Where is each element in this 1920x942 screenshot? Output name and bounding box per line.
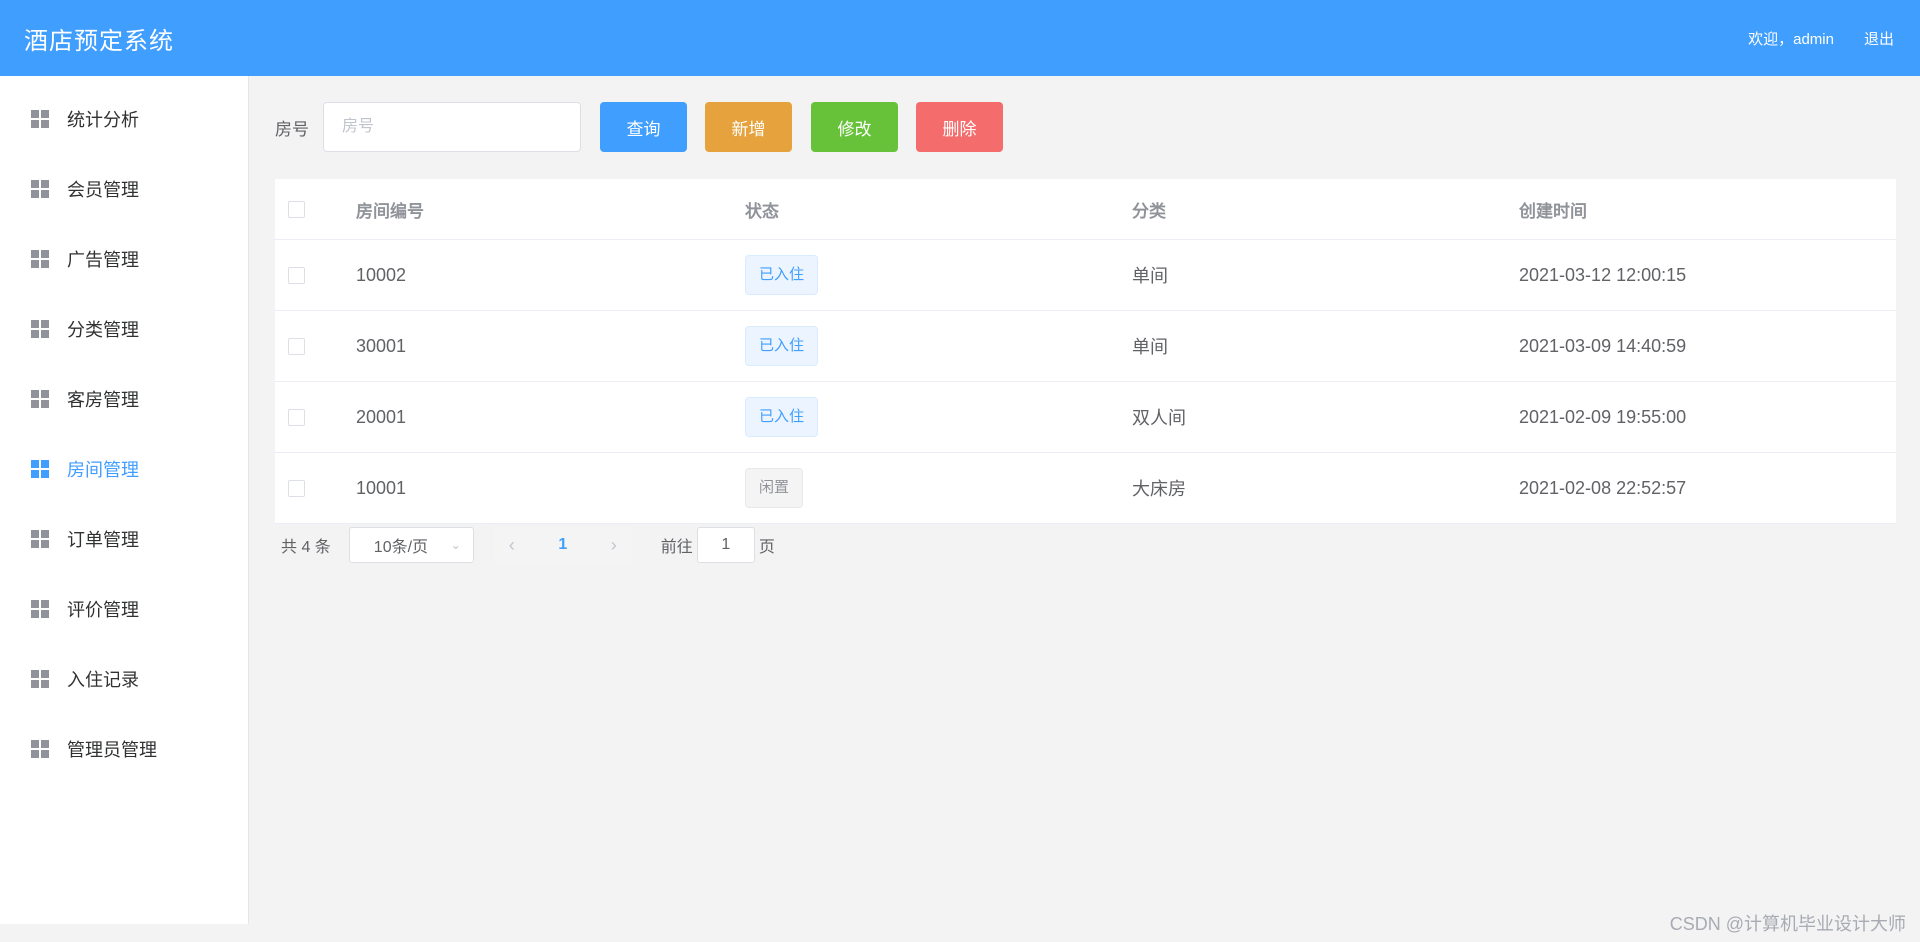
table-row[interactable]: 10001 闲置 大床房 2021-02-08 22:52:57 [275,453,1896,524]
cell-room-no: 10002 [356,264,407,285]
sidebar-item-members[interactable]: 会员管理 [0,154,248,224]
table-row[interactable]: 20001 已入住 双人间 2021-02-09 19:55:00 [275,382,1896,453]
grid-icon [31,600,49,618]
sidebar-item-label: 房间管理 [67,460,139,480]
sidebar-item-ads[interactable]: 广告管理 [0,224,248,294]
prev-page-button[interactable]: ‹ [493,527,530,563]
grid-icon [31,670,49,688]
rooms-table: 房间编号 状态 分类 创建时间 10002 已入住 单间 2021-03-12 … [275,179,1896,524]
row-checkbox[interactable] [288,337,305,355]
row-checkbox[interactable] [288,479,305,497]
column-header-status: 状态 [745,201,779,221]
cell-created: 2021-02-08 22:52:57 [1519,477,1687,498]
cell-room-no: 30001 [356,335,407,356]
sidebar-item-reviews[interactable]: 评价管理 [0,574,248,644]
grid-icon [31,250,49,268]
cell-created: 2021-03-09 14:40:59 [1519,335,1687,356]
row-checkbox[interactable] [288,408,305,426]
sidebar-item-rooms[interactable]: 房间管理 [0,434,248,504]
watermark: CSDN @计算机毕业设计大师 [1669,914,1906,934]
goto-page: 前往 页 [661,527,775,563]
sidebar-item-label: 客房管理 [67,390,139,410]
app-title: 酒店预定系统 [24,27,174,55]
table-header: 房间编号 状态 分类 创建时间 [275,179,1896,240]
table-row[interactable]: 10002 已入住 单间 2021-03-12 12:00:15 [275,240,1896,311]
row-checkbox[interactable] [288,266,305,284]
cell-created: 2021-02-09 19:55:00 [1519,406,1687,427]
grid-icon [31,390,49,408]
cell-category: 单间 [1132,266,1168,286]
sidebar: 统计分析 会员管理 广告管理 分类管理 客房管理 房间管理 订单管理 评价管理 … [0,76,249,924]
edit-button[interactable]: 修改 [811,102,898,152]
grid-icon [31,180,49,198]
select-all-checkbox[interactable] [288,200,305,218]
sidebar-item-label: 广告管理 [67,250,139,270]
cell-category: 单间 [1132,337,1168,357]
sidebar-item-statistics[interactable]: 统计分析 [0,84,248,154]
status-badge: 已入住 [745,397,819,437]
grid-icon [31,740,49,758]
cell-category: 大床房 [1132,479,1186,499]
sidebar-item-categories[interactable]: 分类管理 [0,294,248,364]
sidebar-item-label: 评价管理 [67,600,139,620]
table-body: 10002 已入住 单间 2021-03-12 12:00:15 30001 已… [275,240,1896,524]
welcome-text: 欢迎，admin [1748,30,1834,48]
logout-link[interactable]: 退出 [1864,28,1894,49]
status-badge: 已入住 [745,255,819,295]
next-page-button[interactable]: › [595,527,632,563]
page-size-value: 10条/页 [373,539,429,556]
goto-prefix: 前往 [660,539,693,556]
goto-page-input[interactable] [696,527,755,563]
sidebar-item-label: 会员管理 [67,180,139,200]
delete-button[interactable]: 删除 [916,102,1003,152]
page-number-button[interactable]: 1 [529,527,596,563]
cell-category: 双人间 [1132,408,1186,428]
goto-suffix: 页 [758,539,775,556]
add-button[interactable]: 新增 [705,102,792,152]
sidebar-item-checkin-records[interactable]: 入住记录 [0,644,248,714]
cell-room-no: 20001 [356,406,407,427]
sidebar-item-label: 分类管理 [67,320,139,340]
page-size-select[interactable]: 10条/页 ⌄ [348,527,474,563]
search-bar: 房号 查询 新增 修改 删除 [275,102,1003,152]
sidebar-item-guest-rooms[interactable]: 客房管理 [0,364,248,434]
sidebar-item-orders[interactable]: 订单管理 [0,504,248,574]
grid-icon [31,460,49,478]
sidebar-item-label: 订单管理 [67,530,139,550]
sidebar-item-label: 管理员管理 [67,740,157,760]
column-header-category: 分类 [1132,201,1166,221]
room-number-label: 房号 [275,119,309,139]
table-row[interactable]: 30001 已入住 单间 2021-03-09 14:40:59 [275,311,1896,382]
sidebar-item-label: 统计分析 [67,110,139,130]
sidebar-item-label: 入住记录 [67,670,139,690]
chevron-down-icon: ⌄ [450,538,461,552]
grid-icon [31,320,49,338]
column-header-created: 创建时间 [1519,201,1587,221]
room-number-search-input[interactable] [323,102,581,152]
status-badge: 已入住 [745,326,819,366]
sidebar-item-admins[interactable]: 管理员管理 [0,714,248,784]
grid-icon [31,530,49,548]
cell-created: 2021-03-12 12:00:15 [1519,264,1687,285]
status-badge: 闲置 [745,468,804,508]
chevron-right-icon: › [610,534,617,555]
top-header: 酒店预定系统 欢迎，admin 退出 [0,0,1920,76]
total-count: 共 4 条 [281,539,331,556]
query-button[interactable]: 查询 [600,102,687,152]
chevron-left-icon: ‹ [508,534,515,555]
cell-room-no: 10001 [356,477,407,498]
pagination: 共 4 条 10条/页 ⌄ ‹ 1 › 前往 页 [275,527,775,563]
column-header-room-no: 房间编号 [356,201,424,221]
grid-icon [31,110,49,128]
main-content: 房号 查询 新增 修改 删除 房间编号 状态 分类 创建时间 10002 已入住… [250,76,1920,942]
header-user-area: 欢迎，admin 退出 [1748,28,1896,49]
